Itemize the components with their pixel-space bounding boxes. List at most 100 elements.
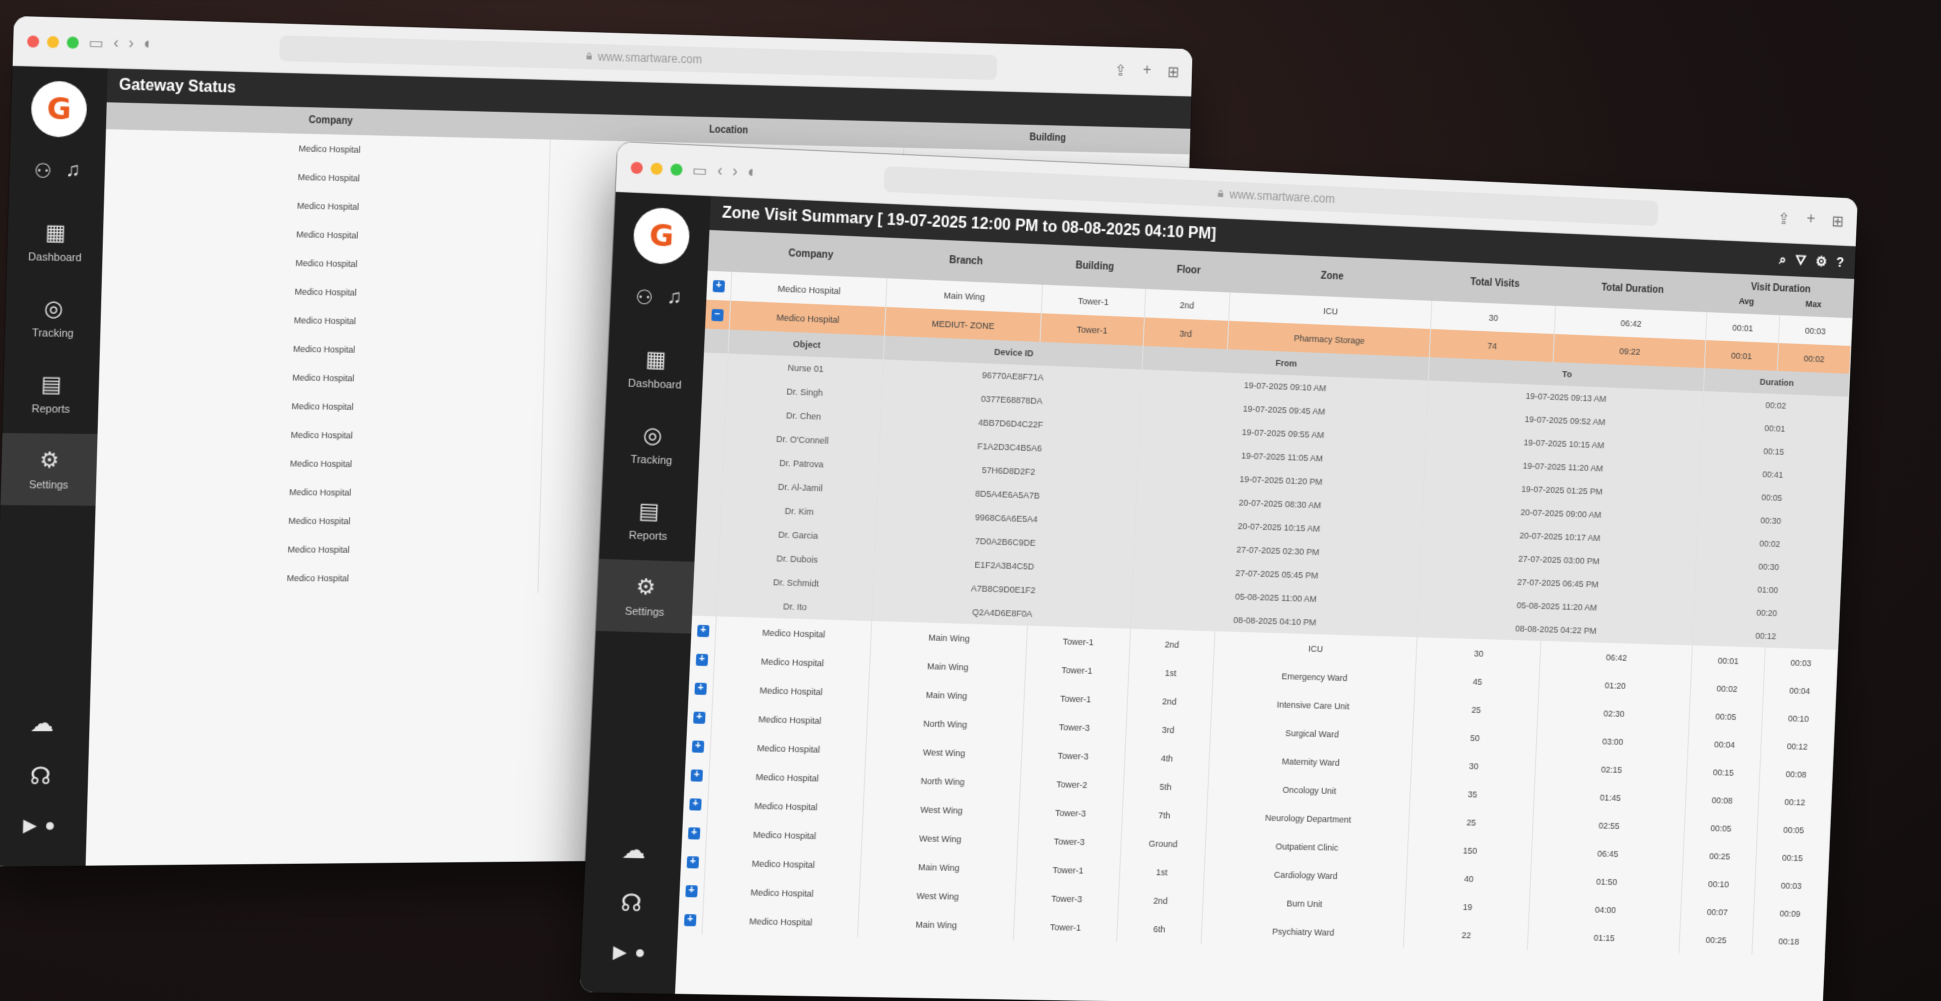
close-window-button[interactable] — [630, 161, 644, 174]
table-cell: Main Wing — [860, 851, 1017, 884]
sidebar-item-tracking[interactable]: ◎ Tracking — [603, 407, 702, 482]
detail-spacer — [695, 519, 721, 545]
tabs-overview-icon[interactable]: ⊞ — [1167, 62, 1180, 81]
document-icon: ▤ — [40, 371, 63, 397]
table-cell: 00:09 — [1753, 898, 1827, 928]
forward-arrow-icon[interactable]: › — [128, 35, 134, 53]
table-cell: Medico Hospital — [704, 847, 862, 880]
expand-cell: + — [685, 731, 712, 761]
share-icon[interactable]: ⇪ — [1114, 61, 1127, 80]
expand-cell: + — [682, 789, 709, 819]
expand-toggle-button[interactable]: + — [695, 653, 709, 666]
close-window-button[interactable] — [27, 34, 40, 48]
headset-icon[interactable]: ☊ — [620, 889, 643, 918]
sidebar-toggle-icon[interactable]: ▭ — [88, 33, 103, 53]
table-cell: North Wing — [864, 764, 1021, 798]
share-icon[interactable]: ⇪ — [1777, 209, 1790, 229]
table-cell: Outpatient Clinic — [1204, 830, 1409, 864]
page-title: Gateway Status — [118, 76, 237, 97]
shield-icon[interactable]: ◐ — [747, 163, 757, 181]
sidebar-item-settings[interactable]: ⚙ Settings — [0, 433, 98, 506]
table-cell: 00:12 — [1757, 786, 1832, 817]
sidebar-item-dashboard[interactable]: ▦ Dashboard — [606, 331, 705, 406]
tabs-overview-icon[interactable]: ⊞ — [1831, 211, 1844, 231]
table-cell: 01:15 — [1527, 921, 1681, 953]
table-cell: 00:03 — [1754, 870, 1829, 901]
minimize-window-button[interactable] — [650, 162, 663, 175]
expand-toggle-button[interactable]: + — [712, 279, 726, 292]
user-icon[interactable]: ⚇ — [635, 285, 654, 311]
user-icon[interactable]: ⚇ — [34, 159, 52, 184]
expand-toggle-button[interactable]: + — [697, 624, 710, 637]
expand-cell: + — [680, 847, 706, 877]
table-cell: 22 — [1403, 919, 1530, 951]
sidebar-item-dashboard[interactable]: ▦ Dashboard — [7, 205, 104, 279]
expand-toggle-button[interactable]: + — [691, 740, 705, 753]
table-cell: 03:00 — [1536, 725, 1689, 758]
apple-icon[interactable]: ● — [44, 815, 55, 836]
expand-toggle-button[interactable]: + — [687, 826, 701, 840]
column-header[interactable]: Branch — [887, 237, 1045, 285]
column-header[interactable]: Floor — [1145, 248, 1232, 293]
sidebar-item-tracking[interactable]: ◎ Tracking — [5, 281, 102, 354]
column-header[interactable]: Total Duration — [1556, 266, 1709, 313]
expand-toggle-button[interactable]: + — [693, 711, 706, 724]
new-tab-icon[interactable]: + — [1806, 210, 1815, 230]
expand-toggle-button[interactable]: + — [694, 682, 707, 695]
sidebar-item-reports[interactable]: ▤ Reports — [599, 483, 698, 558]
address-bar[interactable]: 🔒︎ www.smartware.com — [279, 34, 998, 80]
help-icon[interactable]: ? — [1836, 254, 1844, 271]
table-cell: 2nd — [1128, 628, 1216, 660]
column-header[interactable]: Company — [731, 231, 890, 279]
bell-icon[interactable]: ♫ — [667, 286, 683, 312]
headset-icon[interactable]: ☊ — [30, 762, 52, 791]
maximize-window-button[interactable] — [66, 35, 79, 49]
expand-cell: + — [686, 702, 713, 733]
table-cell: 00:03 — [1778, 315, 1853, 346]
table-cell: Medico Hospital — [708, 760, 866, 794]
sidebar-item-settings[interactable]: ⚙ Settings — [595, 558, 695, 634]
table-cell: 2nd — [1144, 288, 1231, 321]
search-icon[interactable]: ⌕ — [1779, 251, 1787, 268]
new-tab-icon[interactable]: + — [1143, 62, 1152, 81]
table-cell: 40 — [1405, 863, 1532, 894]
expand-toggle-button[interactable]: − — [711, 308, 724, 321]
cloud-download-icon[interactable]: ☁ — [30, 709, 55, 738]
maximize-window-button[interactable] — [670, 162, 683, 176]
expand-toggle-button[interactable]: + — [690, 768, 703, 782]
cloud-download-icon[interactable]: ☁ — [621, 836, 646, 866]
forward-arrow-icon[interactable]: › — [732, 163, 738, 181]
column-header[interactable]: Building — [1042, 244, 1148, 289]
minimize-window-button[interactable] — [46, 35, 60, 48]
table-cell: 00:04 — [1762, 675, 1837, 706]
play-store-icon[interactable]: ▶ — [612, 942, 627, 963]
expand-toggle-button[interactable]: + — [685, 884, 698, 897]
expand-toggle-button[interactable]: + — [686, 855, 700, 868]
table-cell: Medico Hospital — [715, 616, 873, 650]
bell-icon[interactable]: ♫ — [65, 159, 80, 184]
apple-icon[interactable]: ● — [634, 942, 646, 963]
column-header[interactable]: Total Visits — [1431, 260, 1558, 306]
table-cell: Tower-3 — [1016, 825, 1122, 857]
play-store-icon[interactable]: ▶ — [23, 815, 37, 836]
back-arrow-icon[interactable]: ‹ — [717, 162, 723, 180]
expand-toggle-button[interactable]: + — [684, 913, 697, 926]
back-arrow-icon[interactable]: ‹ — [113, 34, 119, 52]
column-header-label: Zone — [1320, 270, 1344, 283]
subheader-label: Max — [1805, 298, 1822, 310]
detail-spacer — [696, 496, 722, 521]
app-logo[interactable]: G — [632, 206, 691, 266]
location-pin-icon: ◎ — [43, 295, 64, 321]
shield-icon[interactable]: ◐ — [143, 35, 153, 53]
app-logo[interactable]: G — [30, 80, 88, 138]
sidebar-toggle-icon[interactable]: ▭ — [692, 160, 708, 181]
expand-toggle-button[interactable]: + — [689, 797, 702, 811]
sidebar-item-reports[interactable]: ▤ Reports — [3, 357, 100, 430]
table-cell: 00:12 — [1760, 731, 1835, 761]
gear-icon: ⚙ — [635, 574, 657, 600]
settings-gear-icon[interactable]: ⚙ — [1815, 253, 1827, 270]
table-cell: West Wing — [861, 822, 1019, 855]
filter-icon[interactable]: ⛛ — [1795, 252, 1806, 269]
table-cell: Tower-1 — [1025, 625, 1131, 658]
column-header[interactable]: Visit Duration Avg Max — [1706, 272, 1854, 319]
